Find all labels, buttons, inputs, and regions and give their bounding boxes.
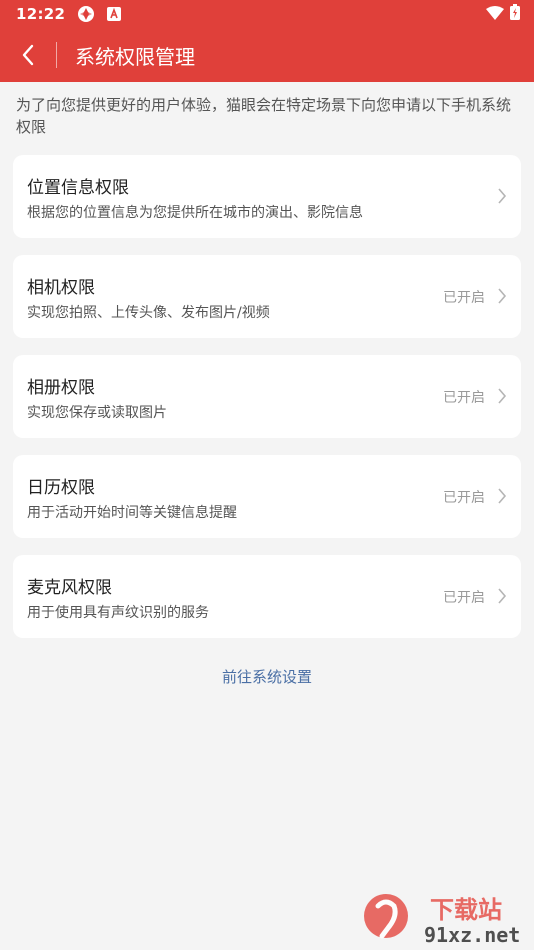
permission-title: 相册权限 — [27, 378, 95, 398]
permission-status: 已开启 — [443, 290, 485, 306]
permission-item-album[interactable]: 相册权限 实现您保存或读取图片 已开启 — [13, 355, 521, 438]
watermark-site: 91xz.net — [424, 923, 520, 946]
status-time: 12:22 — [16, 5, 66, 23]
back-button[interactable] — [0, 28, 56, 82]
permission-desc: 实现您拍照、上传头像、发布图片/视频 — [27, 305, 270, 321]
permission-desc: 根据您的位置信息为您提供所在城市的演出、影院信息 — [27, 205, 363, 221]
sync-icon — [77, 5, 95, 23]
back-arrow-icon — [22, 44, 34, 66]
status-bar: 12:22 — [0, 0, 534, 28]
permission-status: 已开启 — [443, 590, 485, 606]
page-title: 系统权限管理 — [75, 44, 195, 69]
battery-icon — [510, 4, 520, 24]
permission-desc: 用于活动开始时间等关键信息提醒 — [27, 505, 237, 521]
chevron-right-icon — [498, 488, 507, 504]
wifi-icon — [486, 5, 504, 24]
watermark-logo: 下载站 91xz.net — [364, 894, 520, 946]
permission-title: 位置信息权限 — [27, 178, 129, 198]
chevron-right-icon — [498, 188, 507, 204]
chevron-right-icon — [498, 288, 507, 304]
go-to-system-settings-link[interactable]: 前往系统设置 — [0, 666, 534, 687]
chevron-right-icon — [498, 388, 507, 404]
permission-status: 已开启 — [443, 390, 485, 406]
watermark-brand: 下载站 — [430, 896, 502, 924]
permission-item-microphone[interactable]: 麦克风权限 用于使用具有声纹识别的服务 已开启 — [13, 555, 521, 638]
permission-item-calendar[interactable]: 日历权限 用于活动开始时间等关键信息提醒 已开启 — [13, 455, 521, 538]
permission-item-camera[interactable]: 相机权限 实现您拍照、上传头像、发布图片/视频 已开启 — [13, 255, 521, 338]
permission-title: 日历权限 — [27, 478, 95, 498]
chevron-right-icon — [498, 588, 507, 604]
permission-status: 已开启 — [443, 490, 485, 506]
app-bar: 系统权限管理 — [0, 28, 534, 82]
notification-a-icon — [107, 7, 122, 21]
permission-desc: 实现您保存或读取图片 — [27, 405, 167, 421]
permission-desc: 用于使用具有声纹识别的服务 — [27, 605, 209, 621]
permission-title: 麦克风权限 — [27, 578, 112, 598]
permission-item-location[interactable]: 位置信息权限 根据您的位置信息为您提供所在城市的演出、影院信息 — [13, 155, 521, 238]
permission-title: 相机权限 — [27, 278, 95, 298]
header-divider — [56, 42, 57, 68]
intro-text: 为了向您提供更好的用户体验，猫眼会在特定场景下向您申请以下手机系统权限 — [16, 96, 512, 136]
